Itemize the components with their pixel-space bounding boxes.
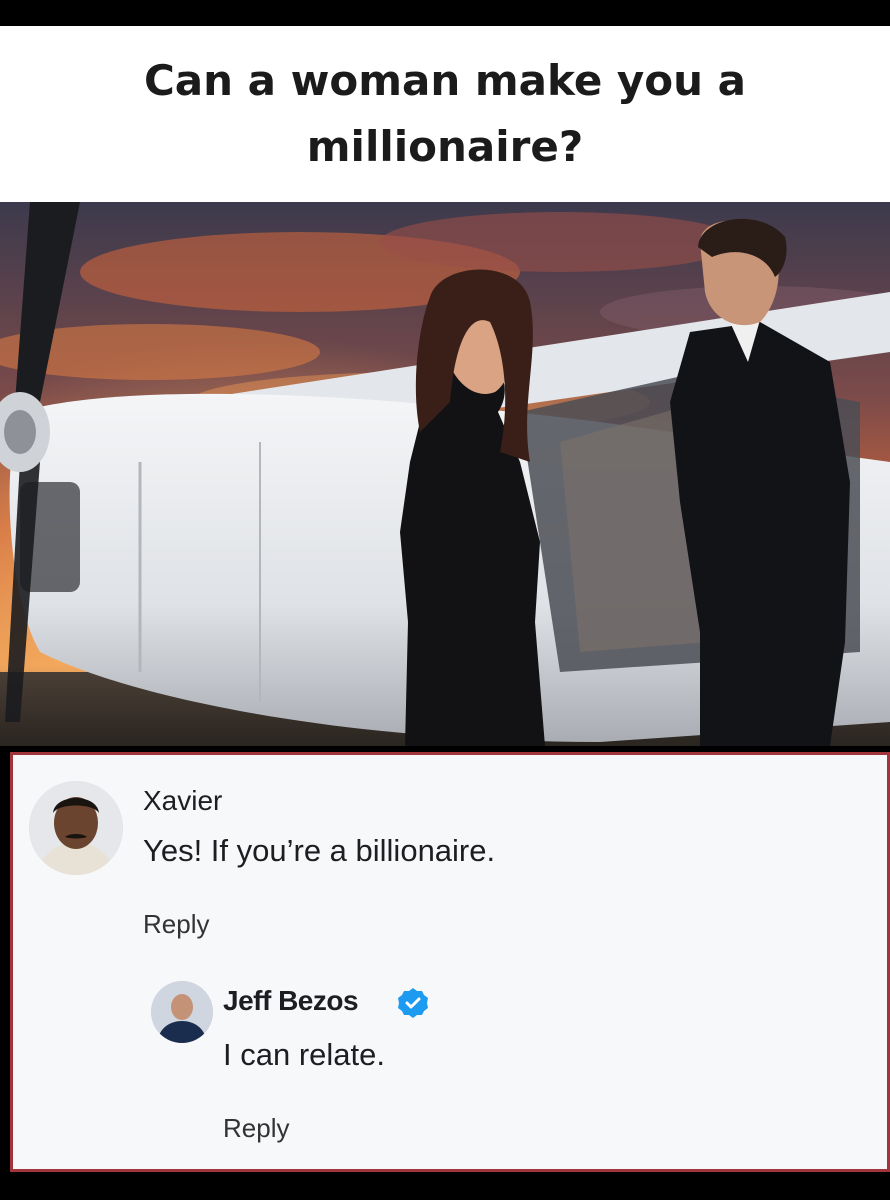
avatar-jeff-bezos[interactable] [151,981,213,1043]
comment-thread: Xavier Yes! If you’re a billionaire. Rep… [10,752,890,1172]
airplane-couple-photo [0,202,890,746]
top-black-bar [0,0,890,26]
comment-author-jeff-bezos[interactable]: Jeff Bezos [223,985,359,1017]
avatar-xavier[interactable] [29,781,123,875]
reply-button[interactable]: Reply [223,1113,289,1144]
meme-title: Can a woman make you a millionaire? [143,56,747,171]
verified-badge-icon [397,987,429,1019]
comment-text-xavier: Yes! If you’re a billionaire. [143,833,496,868]
meme-header: Can a woman make you a millionaire? [0,26,890,202]
reply-button[interactable]: Reply [143,909,209,940]
comment-author-xavier[interactable]: Xavier [143,785,222,817]
bottom-black-bar [0,1174,890,1200]
comment-text-jeff-bezos: I can relate. [223,1037,385,1072]
